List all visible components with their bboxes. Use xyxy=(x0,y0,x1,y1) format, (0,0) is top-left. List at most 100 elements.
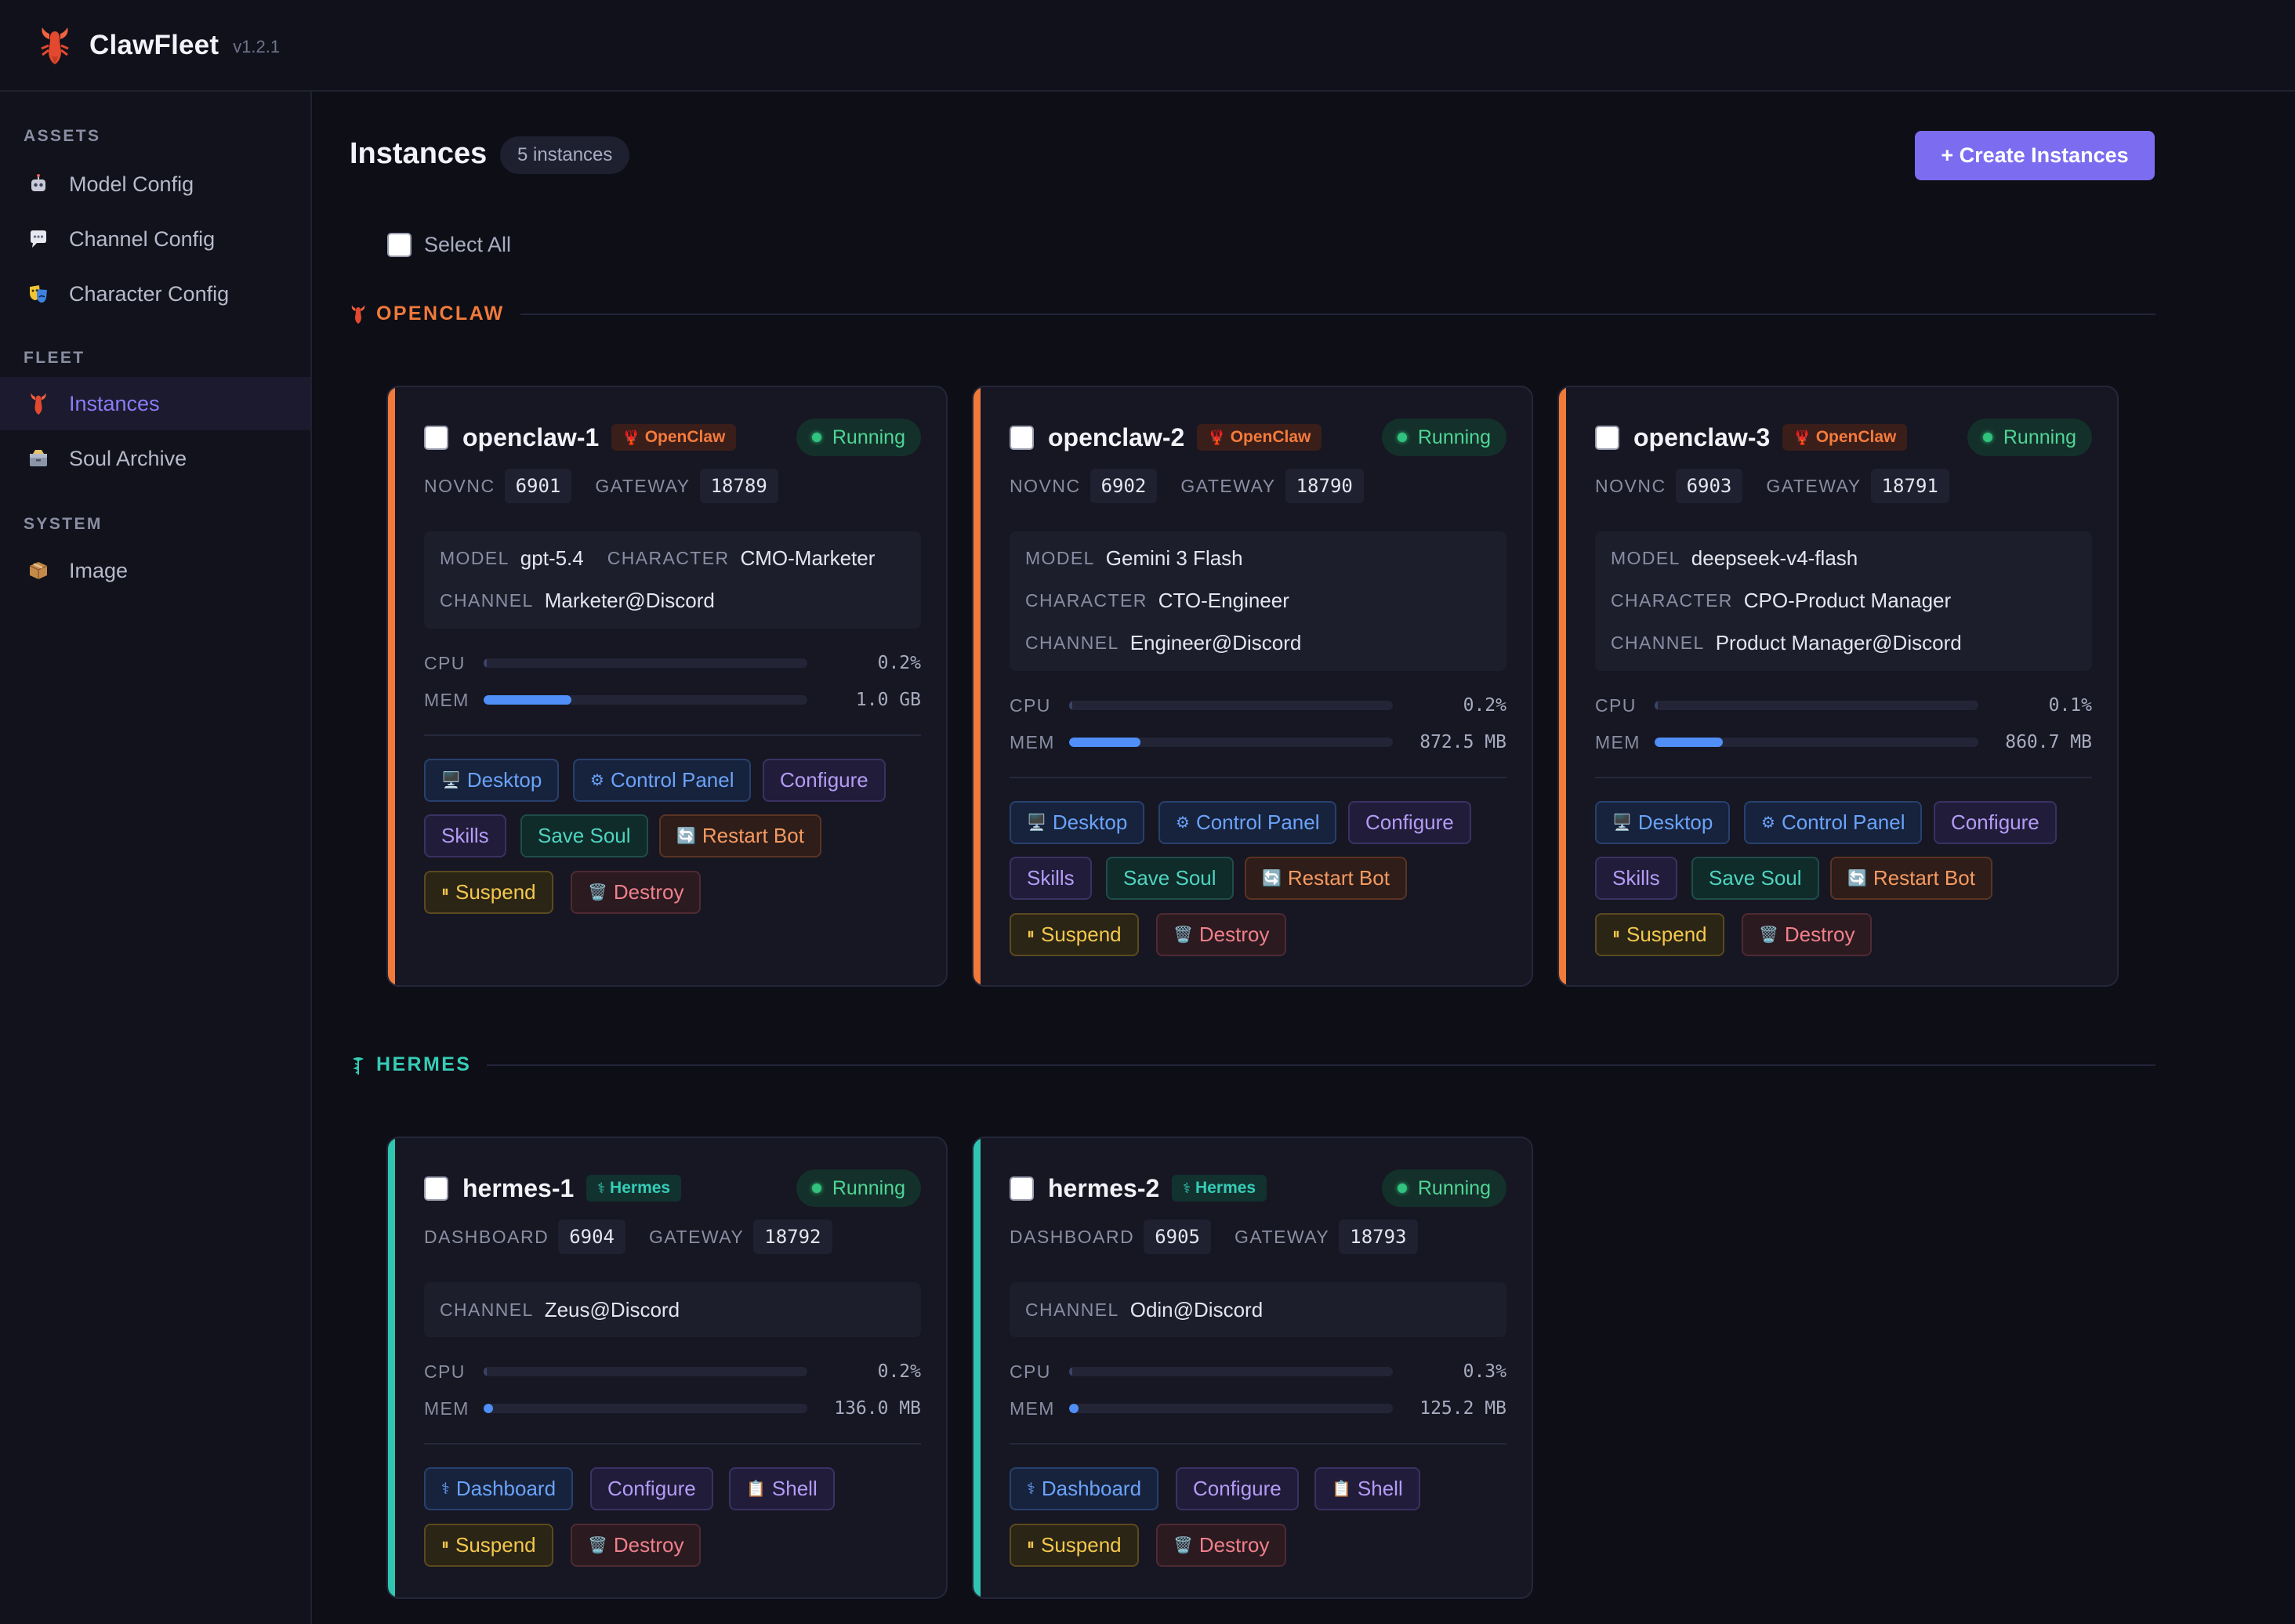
model-key: MODEL xyxy=(440,547,509,568)
cpu-label: CPU xyxy=(1595,694,1637,716)
instance-checkbox[interactable] xyxy=(1010,425,1034,450)
skills-button[interactable]: Skills xyxy=(424,814,506,857)
sidebar-item-channel-config[interactable]: Channel Config xyxy=(0,212,310,266)
restart-bot-button[interactable]: 🔄 Restart Bot xyxy=(659,814,821,857)
monitor-icon: 🖥️ xyxy=(1612,814,1632,832)
suspend-button[interactable]: ⏸ Suspend xyxy=(424,1524,553,1567)
sidebar-item-model-config[interactable]: Model Config xyxy=(0,158,310,211)
refresh-icon: 🔄 xyxy=(1262,870,1282,887)
clipboard-icon: 📋 xyxy=(746,1481,766,1498)
sidebar-item-label: Image xyxy=(69,558,129,582)
card-title-row: hermes-1 ⚕ Hermes Running xyxy=(424,1169,921,1207)
destroy-button[interactable]: 🗑️ Destroy xyxy=(1742,913,1873,956)
model-value: deepseek-v4-flash xyxy=(1691,546,1858,570)
sidebar-item-character-config[interactable]: Character Config xyxy=(0,267,310,321)
desktop-button[interactable]: 🖥️ Desktop xyxy=(1010,801,1145,844)
suspend-button[interactable]: ⏸ Suspend xyxy=(424,871,553,914)
control-panel-button[interactable]: ⚙ Control Panel xyxy=(1744,801,1923,844)
configure-button[interactable]: Configure xyxy=(1348,801,1471,844)
button-label: Suspend xyxy=(1041,1533,1122,1557)
suspend-button[interactable]: ⏸ Suspend xyxy=(1010,1524,1139,1567)
destroy-button[interactable]: 🗑️ Destroy xyxy=(1156,913,1287,956)
button-label: Restart Bot xyxy=(1287,866,1390,890)
status-dot-icon xyxy=(811,1184,821,1193)
instance-card-hermes-2: hermes-2 ⚕ Hermes Running DASHBOARD 6905 … xyxy=(972,1136,1533,1599)
trash-icon: 🗑️ xyxy=(588,1537,607,1554)
cpu-value: 0.1% xyxy=(2048,695,2092,716)
select-all-checkbox[interactable] xyxy=(387,233,412,257)
sidebar-item-instances[interactable]: Instances xyxy=(0,377,310,430)
shell-button[interactable]: 📋 Shell xyxy=(1314,1467,1420,1510)
save-soul-button[interactable]: Save Soul xyxy=(1691,857,1819,900)
theater-masks-icon xyxy=(27,282,50,306)
desktop-button[interactable]: 🖥️ Desktop xyxy=(1595,801,1731,844)
button-label: Skills xyxy=(441,824,489,847)
lobster-logo-icon xyxy=(41,27,69,64)
select-all[interactable]: Select All xyxy=(387,233,511,257)
config-info-box: CHANNEL Zeus@Discord xyxy=(424,1282,921,1337)
mem-value: 860.7 MB xyxy=(2005,732,2092,752)
control-panel-button[interactable]: ⚙ Control Panel xyxy=(573,759,752,802)
instance-checkbox[interactable] xyxy=(424,1176,448,1201)
suspend-button[interactable]: ⏸ Suspend xyxy=(1010,913,1139,956)
button-label: Configure xyxy=(1365,810,1454,834)
button-label: Skills xyxy=(1612,866,1660,890)
instance-checkbox[interactable] xyxy=(1010,1176,1034,1201)
port-value: 18792 xyxy=(753,1220,832,1254)
channel-key: CHANNEL xyxy=(1025,632,1119,653)
instance-count-badge: 5 instances xyxy=(500,136,630,174)
destroy-button[interactable]: 🗑️ Destroy xyxy=(571,1524,702,1567)
shell-button[interactable]: 📋 Shell xyxy=(729,1467,835,1510)
restart-bot-button[interactable]: 🔄 Restart Bot xyxy=(1830,857,1992,900)
restart-bot-button[interactable]: 🔄 Restart Bot xyxy=(1245,857,1407,900)
mem-label: MEM xyxy=(1595,731,1641,752)
port-label: GATEWAY xyxy=(1766,475,1862,496)
sidebar-item-soul-archive[interactable]: Soul Archive xyxy=(0,432,310,485)
configure-button[interactable]: Configure xyxy=(763,759,886,802)
button-label: Control Panel xyxy=(1195,810,1320,834)
save-soul-button[interactable]: Save Soul xyxy=(520,814,648,857)
instance-name: hermes-1 xyxy=(462,1173,575,1202)
cpu-meter: CPU 0.2% xyxy=(424,651,921,675)
port-value: 18791 xyxy=(1870,469,1949,503)
port-row: DASHBOARD 6905 GATEWAY 18793 xyxy=(1010,1220,1441,1254)
cpu-bar-fill xyxy=(1655,701,1659,710)
sidebar-item-label: Model Config xyxy=(69,172,194,196)
destroy-button[interactable]: 🗑️ Destroy xyxy=(571,871,702,914)
trash-icon: 🗑️ xyxy=(1759,926,1778,944)
configure-button[interactable]: Configure xyxy=(1176,1467,1299,1510)
dashboard-button[interactable]: ⚕ Dashboard xyxy=(1010,1467,1159,1510)
button-label: Restart Bot xyxy=(1873,866,1975,890)
configure-button[interactable]: Configure xyxy=(1934,801,2057,844)
card-accent-bar xyxy=(973,387,981,985)
dashboard-button[interactable]: ⚕ Dashboard xyxy=(424,1467,574,1510)
channel-value: Product Manager@Discord xyxy=(1715,630,1962,654)
instance-checkbox[interactable] xyxy=(424,425,448,450)
skills-button[interactable]: Skills xyxy=(1010,857,1092,900)
configure-button[interactable]: Configure xyxy=(590,1467,713,1510)
destroy-button[interactable]: 🗑️ Destroy xyxy=(1156,1524,1287,1567)
save-soul-button[interactable]: Save Soul xyxy=(1106,857,1234,900)
instance-checkbox[interactable] xyxy=(1595,425,1619,450)
port-label: GATEWAY xyxy=(1235,1226,1330,1247)
control-panel-button[interactable]: ⚙ Control Panel xyxy=(1158,801,1337,844)
mem-value: 136.0 MB xyxy=(834,1398,921,1419)
suspend-button[interactable]: ⏸ Suspend xyxy=(1595,913,1724,956)
mem-label: MEM xyxy=(1010,731,1055,752)
model-value: gpt-5.4 xyxy=(520,546,584,570)
mem-bar xyxy=(484,1404,807,1413)
character-key: CHARACTER xyxy=(1025,589,1148,611)
card-accent-bar xyxy=(973,1138,981,1597)
port-label: NOVNC xyxy=(424,475,495,496)
button-label: Desktop xyxy=(466,768,542,792)
create-instances-button[interactable]: + Create Instances xyxy=(1915,131,2155,180)
desktop-button[interactable]: 🖥️ Desktop xyxy=(424,759,560,802)
sidebar-item-image[interactable]: Image xyxy=(0,544,310,597)
lobster-icon: 🦞 xyxy=(622,429,640,445)
skills-button[interactable]: Skills xyxy=(1595,857,1677,900)
button-label: Configure xyxy=(780,768,868,792)
mem-meter: MEM 136.0 MB xyxy=(424,1397,921,1420)
status-dot-icon xyxy=(1397,1184,1407,1193)
cpu-bar-fill xyxy=(1069,1367,1073,1376)
port-value: 18790 xyxy=(1285,469,1364,503)
